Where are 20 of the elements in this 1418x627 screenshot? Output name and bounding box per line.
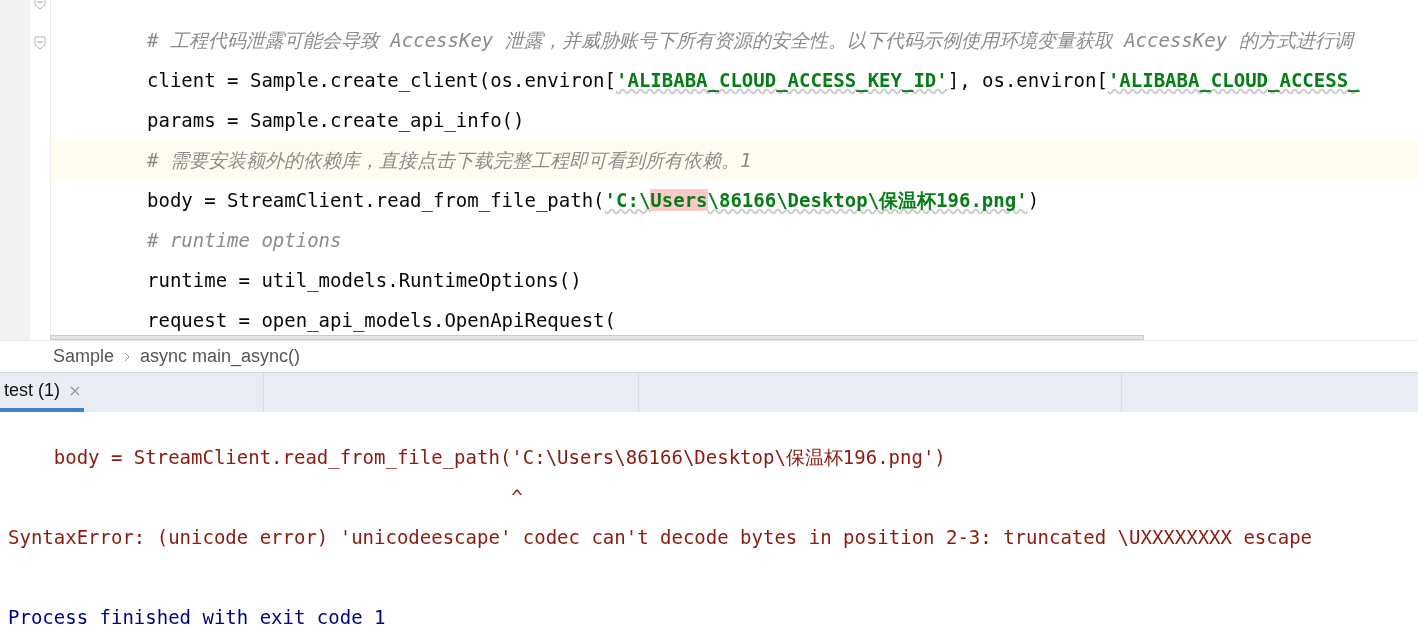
- console-line: body = StreamClient.read_from_file_path('C:\Users\86166\Desktop\保温杯196.png'): [52, 444, 946, 471]
- code-line: params = Sample.create_api_info(): [147, 107, 525, 134]
- code-line: runtime = util_models.RuntimeOptions(): [147, 267, 582, 294]
- fold-icon[interactable]: [34, 36, 46, 50]
- horizontal-scrollbar[interactable]: [50, 335, 1144, 340]
- process-status-line: Process finished with exit code 1: [8, 604, 386, 627]
- code-line: body = StreamClient.read_from_file_path('C:\Users\86166\Desktop\保温杯196.png'): [147, 187, 1040, 214]
- breadcrumb-item[interactable]: async main_async(): [140, 343, 301, 370]
- chevron-right-icon: [124, 351, 131, 362]
- close-icon[interactable]: [70, 385, 80, 396]
- breadcrumb-item[interactable]: Sample: [53, 343, 115, 370]
- code-line: # 工程代码泄露可能会导致 AccessKey 泄露，并威胁账号下所有资源的安全性。以下代码示例使用环境变量获取 AccessKey 的方式进行调: [147, 27, 1353, 53]
- console-line: ^: [510, 484, 523, 510]
- console-line: SyntaxError: (unicode error) 'unicodeescape' codec can't decode bytes in position 2-3: truncated \UXXXXXXXX escape: [8, 524, 1313, 550]
- code-line: client = Sample.create_client(os.environ['ALIBABA_CLOUD_ACCESS_KEY_ID'], os.environ['ALIBABA_CLOUD_ACCESS_: [147, 67, 1360, 94]
- code-line: request = open_api_models.OpenApiRequest(: [147, 307, 616, 334]
- console-tab[interactable]: test (1): [0, 373, 84, 412]
- fold-icon[interactable]: [34, 0, 46, 10]
- code-line: # runtime options: [147, 227, 342, 253]
- current-code-line: # 需要安装额外的依赖库，直接点击下载完整工程即可看到所有依赖。1: [147, 147, 752, 173]
